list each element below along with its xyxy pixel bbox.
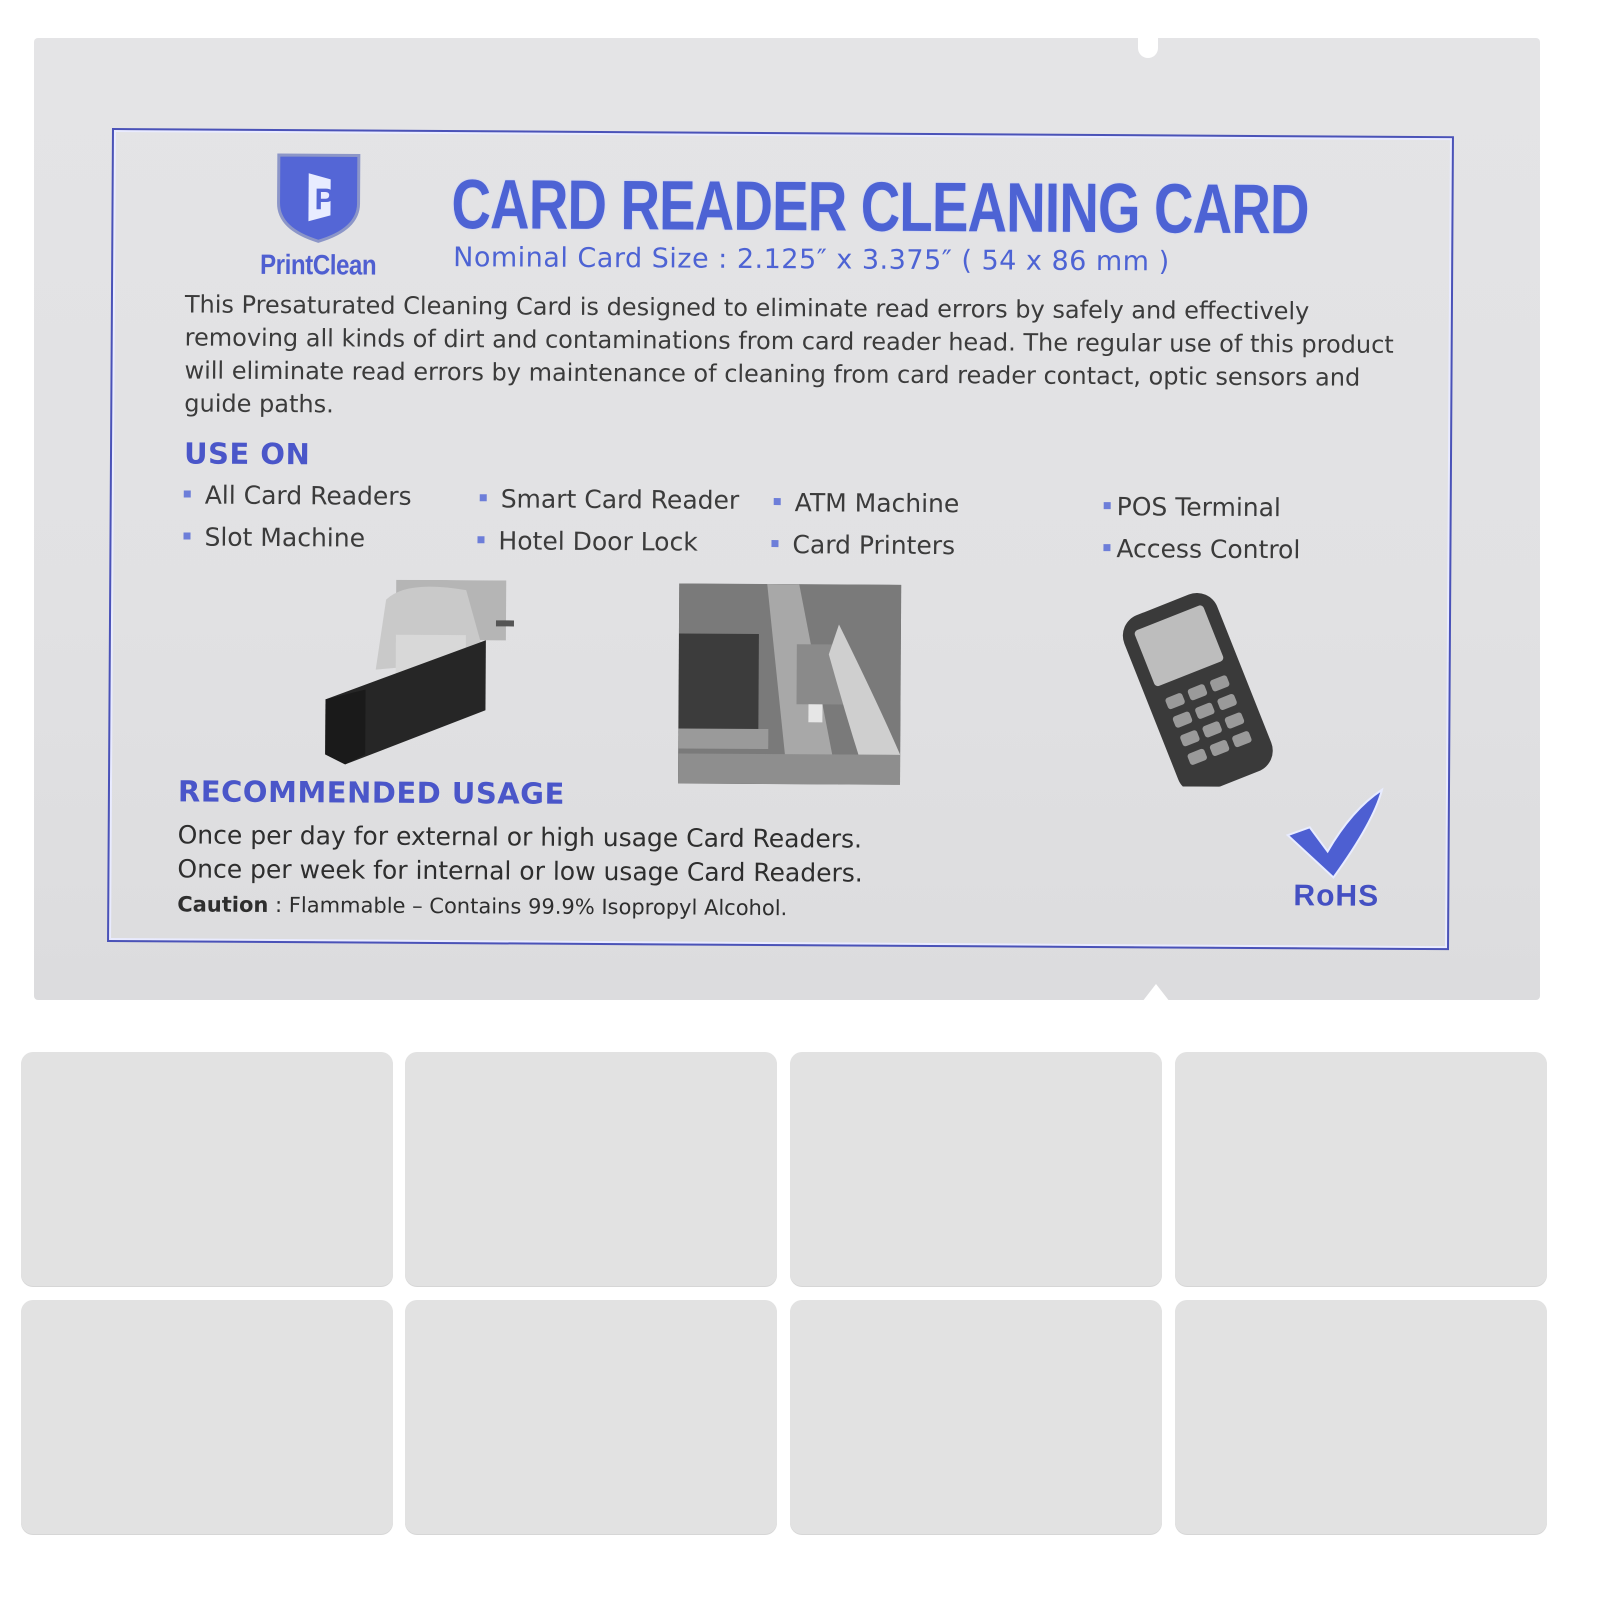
atm-machine-photo	[678, 583, 902, 785]
pos-terminal-photo	[1100, 586, 1301, 788]
magnetic-card-reader-photo	[315, 579, 516, 770]
bullet-icon	[1103, 501, 1111, 509]
label-panel: P PrintClean CARD READER CLEANING CARD N…	[107, 128, 1454, 951]
rohs-label: RoHS	[1293, 879, 1380, 913]
use-item: Access Control	[1103, 534, 1300, 564]
bullet-icon	[771, 539, 779, 547]
use-on-heading: USE ON	[183, 436, 311, 472]
tear-notch-bottom	[1142, 984, 1170, 1002]
use-on-list: All Card Readers Smart Card Reader ATM M…	[183, 480, 1384, 577]
shield-logo-icon: P	[277, 153, 361, 243]
use-item: Smart Card Reader	[479, 484, 739, 515]
blank-card	[790, 1052, 1162, 1286]
blank-card	[21, 1300, 393, 1534]
usage-line-weekly: Once per week for internal or low usage …	[177, 854, 863, 888]
use-item: POS Terminal	[1103, 492, 1281, 522]
usage-line-daily: Once per day for external or high usage …	[177, 820, 863, 854]
blank-card	[1175, 1052, 1547, 1286]
blank-card	[405, 1052, 777, 1286]
caution-text: : Flammable – Contains 99.9% Isopropyl A…	[268, 892, 788, 921]
brand-logo: P PrintClean	[243, 149, 394, 282]
bullet-icon	[183, 489, 191, 497]
bullet-icon	[477, 535, 485, 543]
product-title: CARD READER CLEANING CARD	[451, 165, 1309, 249]
caution-note: Caution : Flammable – Contains 99.9% Iso…	[177, 892, 787, 920]
recommended-usage-text: Once per day for external or high usage …	[177, 818, 863, 890]
use-item: Hotel Door Lock	[477, 526, 698, 557]
bullet-icon	[1103, 543, 1111, 551]
blank-card	[21, 1052, 393, 1286]
use-item: Slot Machine	[183, 522, 365, 553]
svg-text:P: P	[314, 183, 334, 216]
card-size: Nominal Card Size : 2.125″ x 3.375″ ( 54…	[453, 242, 1170, 278]
checkmark-icon	[1285, 787, 1384, 879]
rohs-badge: RoHS	[1281, 785, 1392, 914]
cleaning-card-pouch: P PrintClean CARD READER CLEANING CARD N…	[34, 36, 1540, 1002]
use-item: All Card Readers	[183, 480, 412, 511]
use-item: ATM Machine	[773, 488, 959, 518]
use-item: Card Printers	[771, 530, 955, 560]
recommended-usage-heading: RECOMMENDED USAGE	[177, 774, 565, 811]
bullet-icon	[183, 531, 191, 539]
caution-label: Caution	[177, 892, 269, 917]
product-description: This Presaturated Cleaning Card is desig…	[184, 290, 1394, 419]
blank-card	[1175, 1300, 1547, 1534]
bullet-icon	[479, 493, 487, 501]
bullet-icon	[773, 497, 781, 505]
tear-notch-top	[1138, 36, 1158, 58]
blank-card	[405, 1300, 777, 1534]
blank-card	[790, 1300, 1162, 1534]
brand-name: PrintClean	[260, 248, 377, 281]
